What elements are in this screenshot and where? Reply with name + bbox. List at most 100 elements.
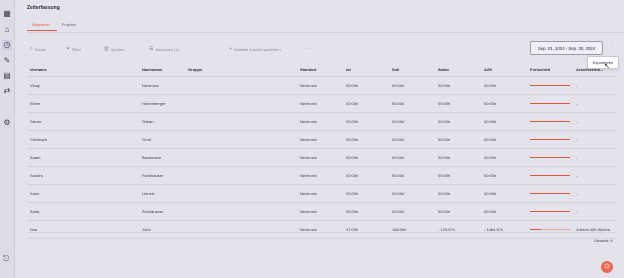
cell-vorname: Stever [30,119,42,124]
table-row[interactable]: Elmer Hohenberger Nextronix 00:00h 00:00h 00:… [27,95,617,113]
progress-bar [530,211,570,212]
toolbar-menu-button[interactable]: ⋮ [607,41,617,53]
cell-vorname: Christoph [30,137,48,142]
cell-fortschritt [530,221,570,238]
header-saldo[interactable]: Saldo [438,63,449,76]
view-button[interactable]: ☰ Ansichten (1) [149,46,179,52]
grid-icon[interactable]: ▦ [2,9,12,19]
cell-soll: 00:00h [392,173,405,178]
cell-vorname: Karin [30,191,40,196]
sidebar: ▦ ⌂ ◷ ✎ ▤ ⇄ ⚙ ⎋ [0,0,15,278]
cell-saldo: 00:00h [438,83,451,88]
tab-projekte[interactable]: Projekte [57,22,84,31]
ellipsis-icon: ⋮ [609,44,615,50]
table-row[interactable]: Adam Bachmann Nextronix 00:00h 00:00h 00:00h 0… [27,149,617,167]
header-azk[interactable]: AZK [484,63,492,76]
cell-ist: 00:00h [346,191,359,196]
progress-bar-fill [530,103,570,104]
filter-icon: ⏷ [66,46,71,52]
cell-fortschritt [530,95,570,112]
cell-nachname: Groß [142,137,152,142]
progress-bar-fill [530,85,570,86]
table-row[interactable]: Anita Zenhäusern Nextronix 00:00h 00:00h 00:0… [27,203,617,221]
cell-arbeitszeitmodell: Vollzeit 40h Woche [576,227,610,232]
save-view-button[interactable]: + Aktuelle Ansicht speichern [229,46,281,52]
progress-bar-fill [530,121,570,122]
cell-arbeitszeitmodell: - [576,209,578,214]
table-row[interactable]: Christoph Groß Nextronix 00:00h 00:00h 00:00h… [27,131,617,149]
header-fortschritt[interactable]: Fortschritt [530,63,550,76]
view-label: Ansichten (1) [155,46,180,52]
cell-ist: 00:00h [346,83,359,88]
cell-standort: Nextronix [300,83,317,88]
export-menu-item[interactable]: Exportieren [587,56,619,69]
table-row[interactable]: Stever Özkan Nextronix 00:00h 00:00h 00:00h 00… [27,113,617,131]
tabs-divider [27,32,624,33]
cell-ist: 00:00h [346,119,359,124]
home-icon[interactable]: ⌂ [2,25,12,35]
more-icon: ··· [307,46,311,51]
cell-standort: Nextronix [300,119,317,124]
cell-saldo: 00:00h [438,101,451,106]
calendar-icon[interactable]: ▤ [2,71,12,81]
header-gruppe[interactable]: Gruppe [188,63,202,76]
cell-azk: 00:00h [484,119,497,124]
header-nachname[interactable]: Nachname [142,63,162,76]
date-range-picker[interactable]: Sep. 01, 2024 - Sep. 30, 2024 [530,41,603,55]
cell-azk: 00:00h [484,173,497,178]
cell-azk: 00:00h [484,101,497,106]
cell-standort: Nextronix [300,173,317,178]
edit-icon[interactable]: ✎ [2,56,12,66]
search-button[interactable]: ⌕ Suche [30,46,46,52]
more-button[interactable]: ··· [307,46,311,51]
progress-bar [530,85,570,86]
cell-saldo: - 120:57h [438,227,455,232]
table-footer-divider [27,232,617,233]
cell-soll: 00:00h [392,101,405,106]
cell-nachname: Bachmann [142,155,162,160]
cell-soll: 00:00h [392,209,405,214]
search-icon: ⌕ [30,46,33,52]
help-icon: ⏻ [604,263,610,270]
columns-button[interactable]: ▥ Spalten [104,46,124,52]
header-soll[interactable]: Soll [392,63,399,76]
shuffle-icon[interactable]: ⇄ [2,86,12,96]
cell-fortschritt [530,77,570,94]
filter-button[interactable]: ⏷ Filter [66,46,81,52]
view-icon: ☰ [149,46,154,52]
cell-arbeitszeitmodell: - [576,119,578,124]
table-row[interactable]: Doe John Nextronix 47:03h 168:00h - 120:57h - … [27,221,617,239]
progress-bar [530,229,570,230]
cell-soll: 00:00h [392,155,405,160]
header-standort[interactable]: Standort [300,63,316,76]
help-button[interactable]: ⏻ [601,261,613,273]
cell-azk: 00:00h [484,155,497,160]
page-title: Zeiterfassung [27,5,60,11]
cell-arbeitszeitmodell: - [576,191,578,196]
logout-icon[interactable]: ⎋ [3,254,9,264]
cell-azk: 00:00h [484,191,497,196]
cell-azk: 00:00h [484,209,497,214]
mouse-cursor-icon: ↖ [604,63,610,70]
clock-icon[interactable]: ◷ [2,40,12,50]
table-row[interactable]: Karin Lienert Nextronix 00:00h 00:00h 00:00h 0… [27,185,617,203]
header-ist[interactable]: Ist [346,63,351,76]
cell-saldo: 00:00h [438,155,451,160]
filter-label: Filter [72,46,81,52]
cell-vorname: Elmer [30,101,41,106]
plus-icon: + [229,46,232,52]
cell-vorname: Anita [30,209,40,214]
progress-bar [530,139,570,140]
tab-allgemein[interactable]: Allgemein [27,22,57,31]
table-row[interactable]: Sandro Fankhauser Nextronix 00:00h 00:00h 00:… [27,167,617,185]
cell-ist: 00:00h [346,155,359,160]
cell-standort: Nextronix [300,155,317,160]
table-row[interactable]: Vinay Nextronix Nextronix 00:00h 00:00h 00:00… [27,77,617,95]
header-vorname[interactable]: Vorname [30,63,47,76]
cell-arbeitszeitmodell: - [576,101,578,106]
search-label: Suche [34,46,47,52]
cell-vorname: Vinay [30,83,40,88]
progress-bar [530,157,570,158]
settings-icon[interactable]: ⚙ [2,118,12,128]
time-table: Vorname Nachname Gruppe Standort Ist Sol… [27,63,617,239]
